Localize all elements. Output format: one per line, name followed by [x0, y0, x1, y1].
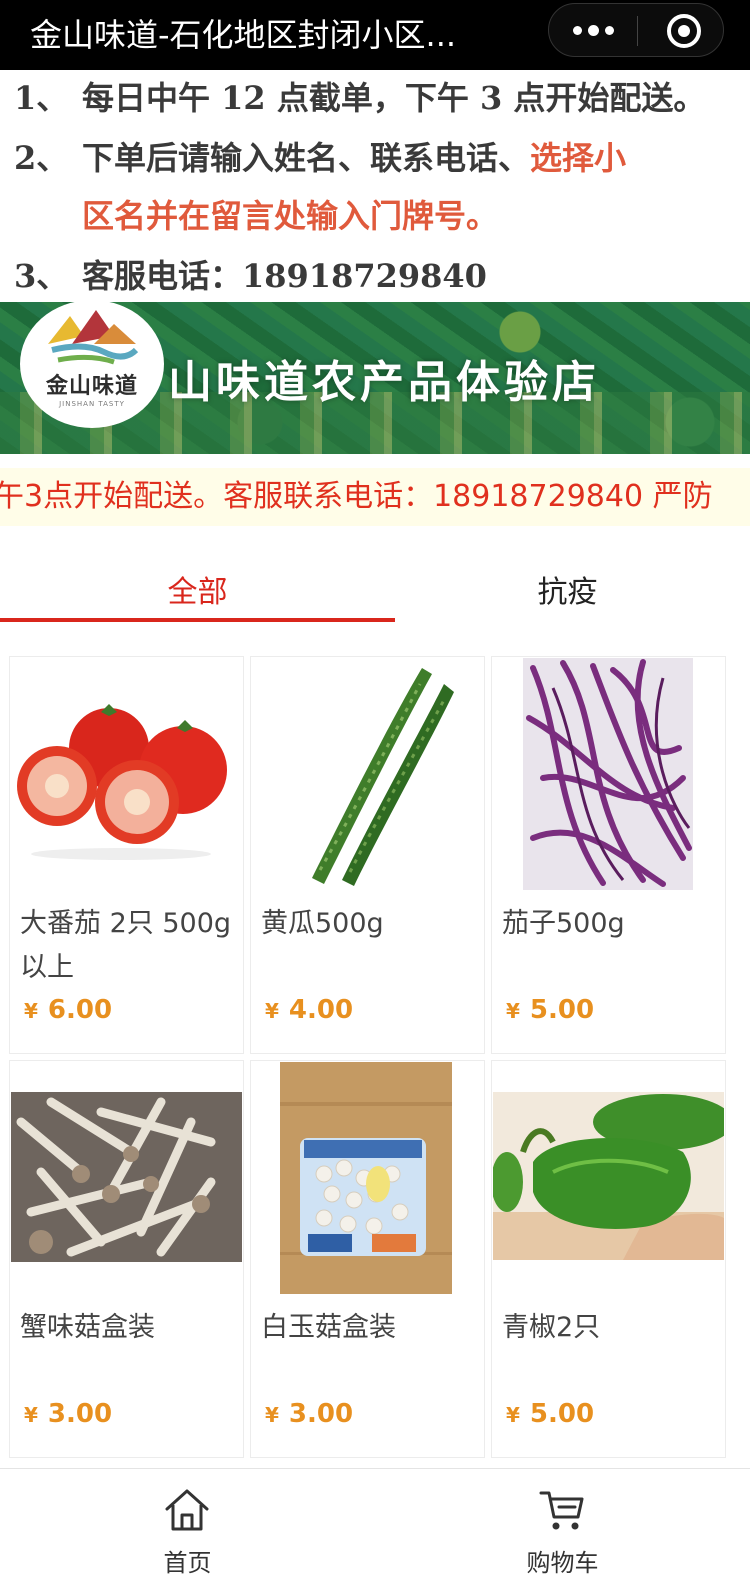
product-card[interactable]: 茄子500g ¥5.00 [491, 656, 726, 1054]
window-title: 金山味道-石化地区封闭小区... [30, 16, 457, 54]
bottom-navigation: 首页 购物车 [0, 1468, 750, 1591]
eggplant-image [493, 658, 724, 890]
shop-logo: 金山味道 JINSHAN TASTY [20, 300, 164, 428]
window-title-bar: 金山味道-石化地区封闭小区... [0, 0, 750, 70]
tab-all[interactable]: 全部 [0, 556, 395, 622]
product-card[interactable]: 白玉菇盒装 ¥3.00 [250, 1060, 485, 1458]
product-name: 黄瓜500g [261, 908, 384, 939]
notice-text-part: 下单后请输入姓名、联系电话、 [82, 139, 531, 177]
product-price: ¥3.00 [265, 1399, 353, 1429]
product-price: ¥6.00 [24, 995, 112, 1025]
currency-symbol: ¥ [506, 999, 520, 1023]
scrolling-notice-text: 午3点开始配送。客服联系电话：18918729840 严防 [0, 479, 713, 514]
currency-symbol: ¥ [506, 1403, 520, 1427]
nav-home[interactable]: 首页 [0, 1469, 375, 1591]
currency-symbol: ¥ [265, 1403, 279, 1427]
product-card[interactable]: 黄瓜500g ¥4.00 [250, 656, 485, 1054]
product-price: ¥3.00 [24, 1399, 112, 1429]
mushroom-image [11, 1062, 242, 1294]
price-value: 3.00 [288, 1399, 354, 1429]
product-card[interactable]: 蟹味菇盒装 ¥3.00 [9, 1060, 244, 1458]
notice-text: 客服电话：18918729840 [82, 257, 487, 295]
notice-number: 3、 [14, 257, 69, 295]
tab-anti-epidemic[interactable]: 抗疫 [370, 556, 750, 622]
capsule-divider [637, 16, 638, 46]
price-value: 5.00 [529, 995, 595, 1025]
more-menu-icon[interactable] [549, 4, 637, 56]
currency-symbol: ¥ [24, 999, 38, 1023]
nav-cart-label: 购物车 [526, 1549, 599, 1577]
logo-text: 金山味道 [45, 373, 138, 399]
nav-home-label: 首页 [163, 1549, 212, 1577]
home-icon [165, 1489, 209, 1531]
currency-symbol: ¥ [24, 1403, 38, 1427]
product-price: ¥5.00 [506, 1399, 594, 1429]
price-value: 3.00 [47, 1399, 113, 1429]
close-mini-program-icon[interactable] [667, 14, 701, 48]
notice-line-2-cont: 区名并在留言处输入门牌号。 [82, 197, 499, 235]
nav-cart[interactable]: 购物车 [375, 1469, 750, 1591]
tomato-image [11, 658, 242, 890]
currency-symbol: ¥ [265, 999, 279, 1023]
cucumber-image [252, 658, 483, 890]
product-name: 白玉菇盒装 [261, 1312, 396, 1343]
order-notice: 1、 每日中午 12 点截单，下午 3 点开始配送。 2、 下单后请输入姓名、联… [0, 70, 750, 302]
logo-subtext: JINSHAN TASTY [59, 400, 125, 408]
active-tab-indicator [0, 618, 395, 622]
notice-number: 2、 [14, 139, 69, 177]
notice-number: 1、 [14, 79, 69, 117]
notice-text: 每日中午 12 点截单，下午 3 点开始配送。 [82, 79, 706, 117]
notice-text: 下单后请输入姓名、联系电话、选择小 [82, 134, 626, 182]
product-card[interactable]: 青椒2只 ¥5.00 [491, 1060, 726, 1458]
white-mushroom-image [252, 1062, 483, 1294]
product-price: ¥4.00 [265, 995, 353, 1025]
mini-program-capsule [548, 3, 724, 57]
mountain-logo-icon [48, 310, 139, 365]
product-name: 大番茄 2只 500g以上 [20, 908, 232, 983]
banner-shop-name: 山味道农产品体验店 [168, 357, 600, 408]
price-value: 6.00 [47, 995, 113, 1025]
scrolling-notice: 午3点开始配送。客服联系电话：18918729840 严防 [0, 468, 750, 526]
notice-text-highlight: 选择小 [530, 139, 627, 177]
price-value: 4.00 [288, 995, 354, 1025]
product-name: 茄子500g [502, 908, 625, 939]
price-value: 5.00 [529, 1399, 595, 1429]
product-card[interactable]: 大番茄 2只 500g以上 ¥6.00 [9, 656, 244, 1054]
category-tabs: 全部 抗疫 [0, 556, 750, 626]
product-name: 青椒2只 [502, 1312, 601, 1343]
product-name: 蟹味菇盒装 [20, 1312, 155, 1343]
product-price: ¥5.00 [506, 995, 594, 1025]
cart-icon [539, 1491, 584, 1530]
green-pepper-image [493, 1062, 724, 1294]
